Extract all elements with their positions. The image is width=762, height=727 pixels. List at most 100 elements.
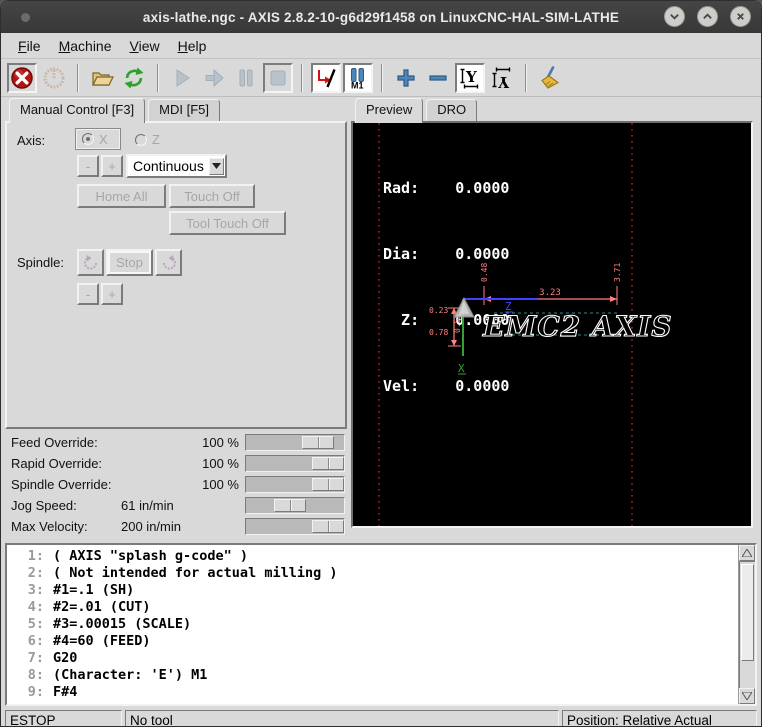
- toolbar: M1 Y Y: [1, 59, 761, 97]
- toolbar-separator: [77, 64, 79, 92]
- gcode-line[interactable]: 6:#4=60 (FEED): [7, 633, 738, 650]
- clear-plot-button[interactable]: [535, 63, 565, 93]
- spindle-slower-button[interactable]: -: [77, 283, 99, 305]
- spindle-stop-button[interactable]: Stop: [106, 249, 153, 276]
- reload-button[interactable]: [119, 63, 149, 93]
- open-file-button[interactable]: [87, 63, 117, 93]
- tab-preview[interactable]: Preview: [355, 98, 423, 123]
- zoom-out-button[interactable]: [423, 63, 453, 93]
- jog-speed-slider[interactable]: [245, 497, 345, 514]
- view-y2-icon: Y: [490, 66, 514, 90]
- slider-handle[interactable]: [274, 499, 306, 512]
- gcode-text[interactable]: 1:( AXIS "splash g-code" ) 2:( Not inten…: [7, 545, 738, 704]
- main-area: Manual Control [F3] MDI [F5] Axis: X Z -…: [1, 97, 761, 538]
- menu-file[interactable]: File: [9, 35, 50, 57]
- stop-button[interactable]: [263, 63, 293, 93]
- spindle-override-slider[interactable]: [245, 476, 345, 493]
- pause-button[interactable]: [231, 63, 261, 93]
- combobox-arrow-button[interactable]: [209, 158, 224, 175]
- dim-z-span: 3.23: [539, 288, 561, 298]
- triangle-down-icon: [742, 692, 752, 700]
- triangle-up-icon: [742, 549, 752, 557]
- estop-button[interactable]: [7, 63, 37, 93]
- feed-override-value: 100 %: [115, 435, 245, 450]
- tool-touch-off-button[interactable]: Tool Touch Off: [169, 211, 286, 235]
- menu-help[interactable]: Help: [169, 35, 216, 57]
- preview-canvas[interactable]: Rad: 0.0000 Dia: 0.0000 Z: 0.0000 Vel: 0…: [353, 123, 751, 526]
- titlebar[interactable]: axis-lathe.ngc - AXIS 2.8.2-10-g6d29f145…: [1, 1, 761, 33]
- preview-plot: 3.23 0.48 3.71 0.23 0.78 0.55: [353, 123, 751, 526]
- manual-control-frame: Axis: X Z - + Continuous Home All: [5, 121, 347, 429]
- step-button[interactable]: [199, 63, 229, 93]
- gcode-line[interactable]: 1:( AXIS "splash g-code" ): [7, 548, 738, 565]
- skip-lines-toggle[interactable]: [311, 63, 341, 93]
- rapid-override-slider[interactable]: [245, 455, 345, 472]
- stop-icon: [266, 66, 290, 90]
- svg-text:Y: Y: [465, 68, 477, 86]
- radio-axis-x[interactable]: X: [75, 128, 121, 150]
- zoom-in-button[interactable]: [391, 63, 421, 93]
- radio-axis-z[interactable]: Z: [135, 132, 160, 147]
- optional-stop-icon: M1: [346, 66, 370, 90]
- gcode-line[interactable]: 5:#3=.00015 (SCALE): [7, 616, 738, 633]
- jog-plus-button[interactable]: +: [101, 155, 123, 177]
- machine-power-button[interactable]: [39, 63, 69, 93]
- touch-off-button[interactable]: Touch Off: [169, 184, 255, 208]
- tab-mdi[interactable]: MDI [F5]: [148, 99, 220, 121]
- tab-manual-control[interactable]: Manual Control [F3]: [9, 98, 145, 123]
- toolbar-separator: [525, 64, 527, 92]
- view-y-button[interactable]: Y: [455, 63, 485, 93]
- x-axis-label: X: [458, 362, 465, 375]
- gcode-line[interactable]: 4:#2=.01 (CUT): [7, 599, 738, 616]
- jog-speed-value: 61 in/min: [115, 498, 245, 513]
- gcode-line[interactable]: 3:#1=.1 (SH): [7, 582, 738, 599]
- gcode-line[interactable]: 8:(Character: 'E') M1: [7, 667, 738, 684]
- view-y2-button[interactable]: Y: [487, 63, 517, 93]
- gcode-scrollbar[interactable]: [738, 545, 755, 704]
- dim-z-min: 0.48: [480, 263, 489, 282]
- menubar: File Machine View Help: [1, 33, 761, 59]
- menu-machine[interactable]: Machine: [50, 35, 121, 57]
- slider-handle[interactable]: [302, 436, 334, 449]
- status-bar: ESTOP No tool Position: Relative Actual: [5, 710, 757, 727]
- toolbar-separator: [381, 64, 383, 92]
- status-machine-state: ESTOP: [5, 710, 122, 727]
- gcode-area: 1:( AXIS "splash g-code" ) 2:( Not inten…: [5, 543, 757, 706]
- zoom-out-icon: [426, 66, 450, 90]
- scrollbar-thumb[interactable]: [741, 564, 754, 661]
- spindle-cw-button[interactable]: [155, 249, 182, 276]
- left-tabs: Manual Control [F3] MDI [F5]: [5, 97, 347, 121]
- optional-stop-toggle[interactable]: M1: [343, 63, 373, 93]
- scroll-up-button[interactable]: [739, 545, 755, 561]
- slider-handle[interactable]: [312, 457, 344, 470]
- home-all-button[interactable]: Home All: [77, 184, 166, 208]
- radio-x-icon: [82, 133, 94, 145]
- feed-override-slider[interactable]: [245, 434, 345, 451]
- scroll-down-button[interactable]: [739, 688, 755, 704]
- gcode-line[interactable]: 2:( Not intended for actual milling ): [7, 565, 738, 582]
- slider-handle[interactable]: [312, 478, 344, 491]
- dim-z-max: 3.71: [613, 263, 622, 282]
- max-velocity-slider[interactable]: [245, 518, 345, 535]
- skip-lines-icon: [314, 66, 338, 90]
- pause-icon: [234, 66, 258, 90]
- close-button[interactable]: [730, 6, 751, 27]
- run-button[interactable]: [167, 63, 197, 93]
- scrollbar-track[interactable]: [739, 561, 755, 688]
- gcode-line[interactable]: 9:F#4: [7, 684, 738, 701]
- toolbar-separator: [301, 64, 303, 92]
- maximize-button[interactable]: [697, 6, 718, 27]
- toolbar-separator: [157, 64, 159, 92]
- dim-arrow: [610, 296, 617, 302]
- gcode-line[interactable]: 7:G20: [7, 650, 738, 667]
- tab-dro[interactable]: DRO: [426, 99, 477, 121]
- jog-minus-button[interactable]: -: [77, 155, 99, 177]
- preview-frame: Rad: 0.0000 Dia: 0.0000 Z: 0.0000 Vel: 0…: [351, 121, 753, 528]
- slider-handle[interactable]: [312, 520, 344, 533]
- spindle-ccw-button[interactable]: [77, 249, 104, 276]
- dim-x-min: 0.23: [429, 306, 448, 315]
- spindle-faster-button[interactable]: +: [101, 283, 123, 305]
- menu-view[interactable]: View: [121, 35, 169, 57]
- jog-mode-combobox[interactable]: Continuous: [126, 154, 227, 178]
- minimize-button[interactable]: [664, 6, 685, 27]
